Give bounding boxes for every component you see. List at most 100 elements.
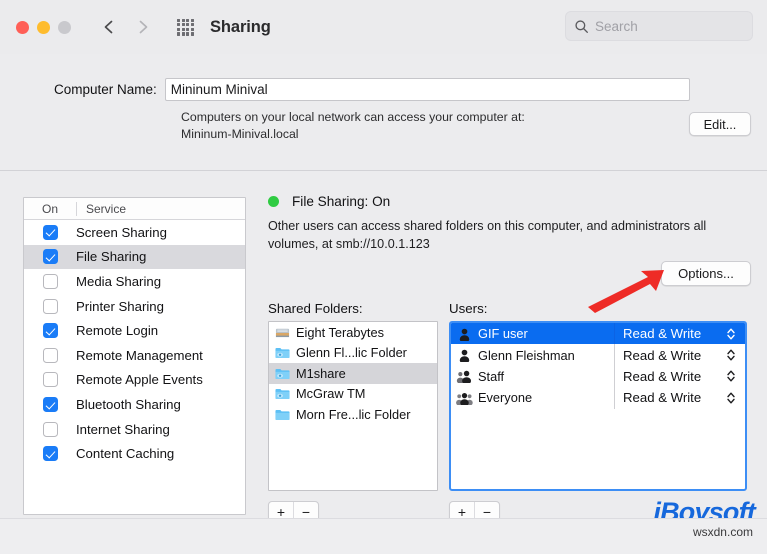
service-row[interactable]: Internet Sharing — [24, 417, 245, 442]
file-sharing-status: File Sharing: On — [268, 194, 390, 209]
service-label: Bluetooth Sharing — [76, 397, 181, 412]
up-down-chevron-icon[interactable] — [726, 327, 736, 341]
show-all-grid-icon[interactable] — [177, 19, 194, 36]
service-row[interactable]: Printer Sharing — [24, 294, 245, 319]
computer-name-row: Computer Name: — [0, 78, 767, 101]
column-header-service: Service — [76, 202, 245, 216]
traffic-lights — [16, 21, 71, 34]
shared-folder-row[interactable]: Eight Terabytes — [269, 322, 437, 343]
forward-chevron-icon[interactable] — [135, 19, 151, 35]
grid-dot — [177, 19, 180, 22]
service-checkbox[interactable] — [43, 348, 58, 363]
shared-folders-title: Shared Folders: — [268, 301, 363, 316]
service-checkbox-cell — [24, 274, 76, 289]
grid-dot — [182, 23, 185, 26]
user-row[interactable]: GIF user Read & Write — [451, 323, 745, 344]
grid-dot — [177, 32, 180, 35]
shared-folder-icon — [274, 386, 291, 401]
service-label: File Sharing — [76, 249, 146, 264]
user-label: Staff — [478, 369, 504, 384]
service-checkbox[interactable] — [43, 274, 58, 289]
shared-folder-row[interactable]: McGraw TM — [269, 384, 437, 405]
service-checkbox[interactable] — [43, 397, 58, 412]
user-label: Everyone — [478, 390, 532, 405]
services-table-header: On Service — [24, 198, 245, 220]
user-permission-cell[interactable]: Read & Write — [615, 323, 745, 344]
service-label: Remote Apple Events — [76, 372, 203, 387]
grid-dot — [191, 23, 194, 26]
user-label: Glenn Fleishman — [478, 348, 575, 363]
zoom-button-icon — [58, 21, 71, 34]
user-permission-label: Read & Write — [623, 348, 701, 363]
search-icon — [574, 19, 589, 34]
user-name-cell: Glenn Fleishman — [451, 344, 615, 365]
service-row[interactable]: File Sharing — [24, 245, 245, 270]
service-row[interactable]: Bluetooth Sharing — [24, 392, 245, 417]
group-two-icon — [456, 369, 473, 383]
service-checkbox[interactable] — [43, 299, 58, 314]
shared-folder-icon — [274, 345, 291, 360]
user-label: GIF user — [478, 326, 528, 341]
minimize-button-icon[interactable] — [37, 21, 50, 34]
up-down-chevron-icon[interactable] — [726, 369, 736, 383]
window-title: Sharing — [210, 18, 271, 37]
edit-button[interactable]: Edit... — [689, 112, 751, 136]
user-row[interactable]: Everyone Read & Write — [451, 387, 745, 408]
grid-dot — [177, 28, 180, 31]
service-label: Content Caching — [76, 446, 174, 461]
service-row[interactable]: Content Caching — [24, 441, 245, 466]
service-checkbox[interactable] — [43, 446, 58, 461]
user-permission-cell[interactable]: Read & Write — [615, 366, 745, 387]
nav-buttons — [101, 19, 151, 35]
grid-dot — [191, 32, 194, 35]
service-checkbox[interactable] — [43, 249, 58, 264]
sharing-preferences-window: Sharing Search Computer Name: Computers … — [0, 0, 767, 554]
service-label: Internet Sharing — [76, 422, 170, 437]
status-label: File Sharing: On — [292, 194, 390, 209]
users-list[interactable]: GIF user Read & Write Glenn Fleishman Read … — [449, 321, 747, 491]
grid-dot — [182, 32, 185, 35]
service-checkbox[interactable] — [43, 372, 58, 387]
service-checkbox[interactable] — [43, 225, 58, 240]
shared-folders-list[interactable]: Eight TerabytesGlenn Fl...lic FolderM1sh… — [268, 321, 438, 491]
footer-bar: wsxdn.com — [0, 518, 767, 554]
up-down-chevron-icon[interactable] — [726, 348, 736, 362]
service-row[interactable]: Media Sharing — [24, 269, 245, 294]
service-label: Remote Login — [76, 323, 158, 338]
service-label: Printer Sharing — [76, 299, 164, 314]
shared-folder-row[interactable]: M1share — [269, 363, 437, 384]
network-access-help-line1: Computers on your local network can acce… — [181, 109, 525, 126]
grid-dot — [186, 23, 189, 26]
network-access-help-line2: Mininum-Minival.local — [181, 126, 525, 143]
watermark-credit: wsxdn.com — [693, 525, 753, 539]
service-row[interactable]: Remote Apple Events — [24, 368, 245, 393]
up-down-chevron-icon[interactable] — [726, 391, 736, 405]
shared-folder-icon — [274, 366, 291, 381]
service-checkbox[interactable] — [43, 323, 58, 338]
user-row[interactable]: Staff Read & Write — [451, 366, 745, 387]
close-button-icon[interactable] — [16, 21, 29, 34]
service-checkbox-cell — [24, 225, 76, 240]
network-access-help: Computers on your local network can acce… — [181, 109, 525, 143]
grid-dot — [177, 23, 180, 26]
user-permission-label: Read & Write — [623, 326, 701, 341]
user-permission-cell[interactable]: Read & Write — [615, 344, 745, 365]
back-chevron-icon[interactable] — [101, 19, 117, 35]
service-checkbox[interactable] — [43, 422, 58, 437]
sharing-body: On Service Screen Sharing File Sharing Med… — [0, 171, 767, 554]
shared-folder-row[interactable]: Glenn Fl...lic Folder — [269, 343, 437, 364]
user-permission-cell[interactable]: Read & Write — [615, 387, 745, 408]
shared-folder-row[interactable]: Morn Fre...lic Folder — [269, 404, 437, 425]
services-table: On Service Screen Sharing File Sharing Med… — [23, 197, 246, 515]
single-user-icon — [456, 348, 473, 362]
options-button[interactable]: Options... — [661, 261, 751, 286]
service-checkbox-cell — [24, 422, 76, 437]
search-field[interactable]: Search — [565, 11, 753, 41]
service-row[interactable]: Screen Sharing — [24, 220, 245, 245]
service-checkbox-cell — [24, 299, 76, 314]
search-placeholder: Search — [595, 19, 638, 34]
service-row[interactable]: Remote Management — [24, 343, 245, 368]
service-row[interactable]: Remote Login — [24, 318, 245, 343]
user-row[interactable]: Glenn Fleishman Read & Write — [451, 344, 745, 365]
computer-name-input[interactable] — [165, 78, 690, 101]
